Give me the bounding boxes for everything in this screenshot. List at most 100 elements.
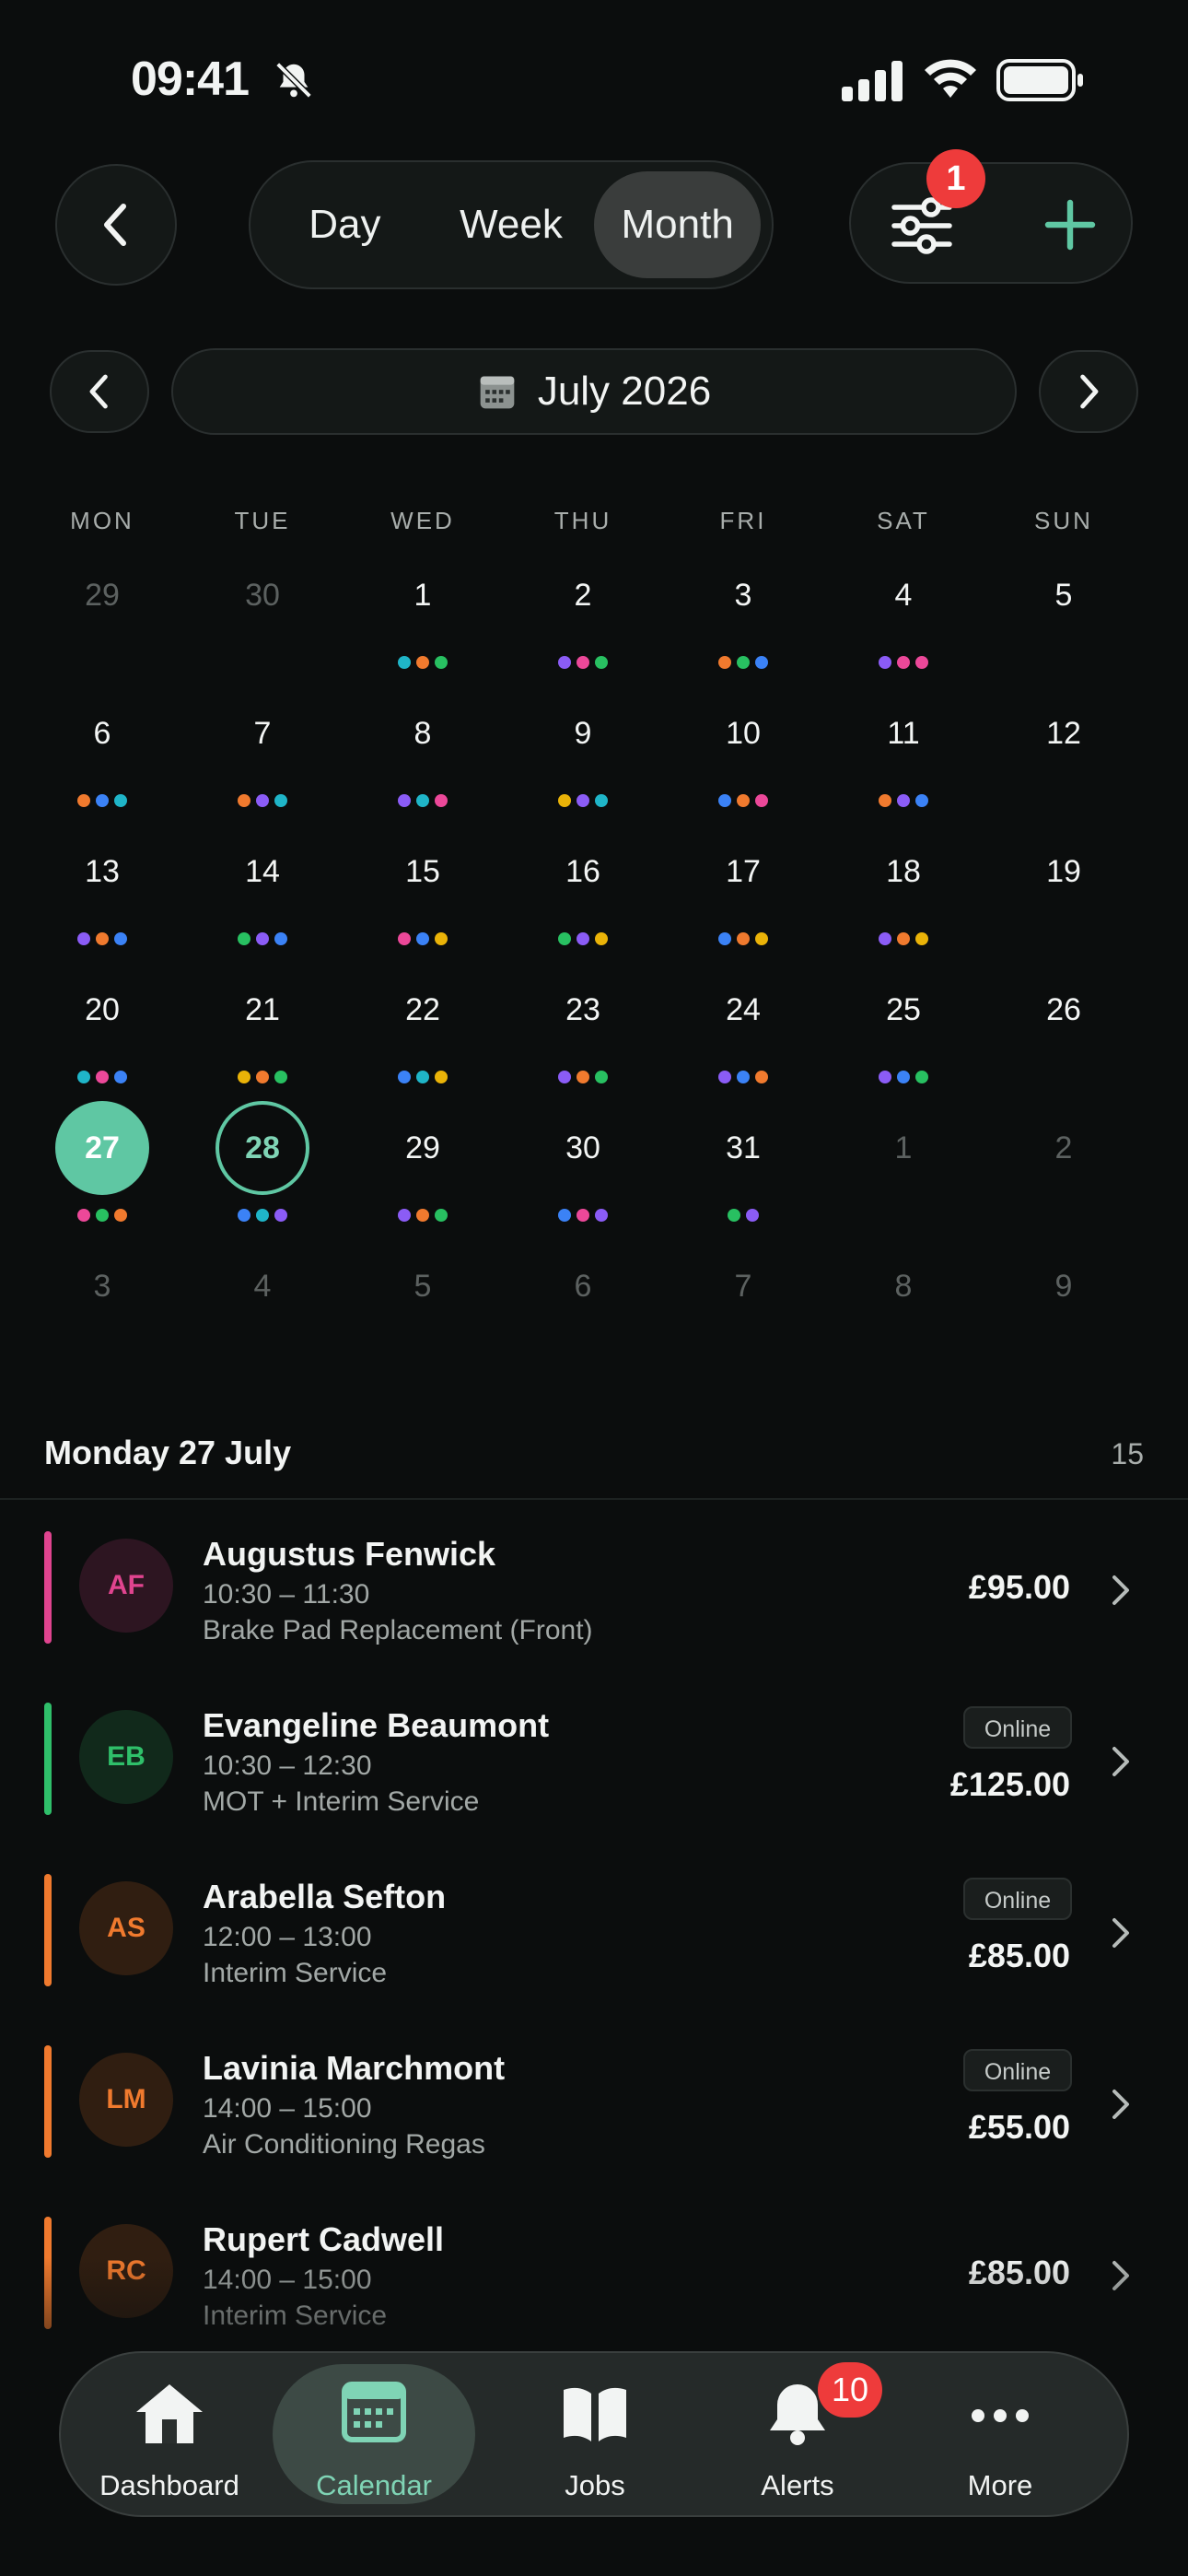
day-number: 28 [215,1101,309,1195]
calendar-day[interactable]: 30 [182,544,343,682]
calendar-day[interactable]: 4 [823,544,984,682]
calendar-day[interactable]: 13 [22,820,182,958]
calendar-day[interactable]: 8 [343,682,503,820]
calendar-day[interactable]: 24 [663,958,823,1096]
calendar-day[interactable]: 20 [22,958,182,1096]
calendar-day[interactable]: 31 [663,1096,823,1235]
event-dot [558,656,571,669]
day-number: 6 [574,1268,592,1304]
event-dots [663,1071,823,1083]
calendar-day[interactable]: 23 [503,958,663,1096]
calendar-day[interactable]: 5 [343,1235,503,1373]
chevron-right-icon [1112,1918,1129,1948]
event-dot [897,932,910,945]
calendar-day[interactable]: 18 [823,820,984,958]
calendar-day[interactable]: 14 [182,820,343,958]
segment-week[interactable]: Week [428,171,595,278]
day-number: 3 [93,1268,111,1304]
calendar-day[interactable]: 19 [984,820,1144,958]
event-dot [718,794,731,807]
weekday-label: SUN [1034,507,1093,534]
calendar-day[interactable]: 29 [343,1096,503,1235]
calendar-day[interactable]: 4 [182,1235,343,1373]
tab-calendar[interactable]: Calendar [273,2364,475,2504]
calendar-day[interactable]: 9 [503,682,663,820]
filter-count-badge: 1 [926,149,985,208]
appointment-row[interactable]: AS Arabella Sefton 12:00 – 13:00 Interim Se… [0,1846,1188,2018]
appointment-row[interactable]: EB Evangeline Beaumont 10:30 – 12:30 MOT + … [0,1675,1188,1846]
calendar-day[interactable]: 2 [503,544,663,682]
day-number: 25 [886,991,921,1027]
back-button[interactable] [55,164,177,286]
calendar-day[interactable]: 26 [984,958,1144,1096]
avatar: AS [79,1881,173,1975]
previous-month-button[interactable] [50,350,149,433]
event-dots [343,794,503,807]
calendar-day[interactable]: 3 [22,1235,182,1373]
event-dot [879,656,891,669]
calendar-day[interactable]: 25 [823,958,984,1096]
calendar-day[interactable]: 29 [22,544,182,682]
event-dot [595,1209,608,1222]
weekday-label: TUE [234,507,291,534]
event-dot [737,932,750,945]
calendar-day[interactable]: 12 [984,682,1144,820]
tab-dashboard[interactable]: Dashboard [68,2353,271,2515]
event-dot [416,656,429,669]
segment-month[interactable]: Month [594,171,762,278]
calendar-day[interactable]: 22 [343,958,503,1096]
event-dots [343,932,503,945]
event-dot [558,1071,571,1083]
calendar-day[interactable]: 6 [22,682,182,820]
day-number: 23 [565,991,600,1027]
calendar-day[interactable]: 8 [823,1235,984,1373]
event-dot [77,932,90,945]
event-dots [503,656,663,669]
calendar-day[interactable]: 30 [503,1096,663,1235]
next-month-button[interactable] [1039,350,1138,433]
appointment-count: 15 [1111,1437,1144,1470]
event-dots [343,1071,503,1083]
event-dot [274,1209,287,1222]
event-dots [663,656,823,669]
segment-day[interactable]: Day [262,171,428,278]
calendar-day[interactable]: 15 [343,820,503,958]
calendar-day[interactable]: 10 [663,682,823,820]
day-number: 3 [734,577,752,613]
calendar-day[interactable]: 6 [503,1235,663,1373]
appointment-row[interactable]: LM Lavinia Marchmont 14:00 – 15:00 Air Cond… [0,2018,1188,2189]
event-dot [595,932,608,945]
event-dot [114,932,127,945]
calendar-day[interactable]: 5 [984,544,1144,682]
appointment-row[interactable]: AF Augustus Fenwick 10:30 – 11:30 Brake Pad… [0,1504,1188,1675]
calendar-day-selected[interactable]: 28 [182,1096,343,1235]
calendar-day[interactable]: 1 [823,1096,984,1235]
event-dot [897,794,910,807]
chevron-right-icon [1112,1575,1129,1605]
calendar-day[interactable]: 17 [663,820,823,958]
day-number: 12 [1046,715,1081,751]
month-picker-button[interactable]: July 2026 [171,348,1017,435]
calendar-day[interactable]: 11 [823,682,984,820]
tab-label: Jobs [565,2469,625,2501]
event-dots [182,794,343,807]
calendar-day[interactable]: 2 [984,1096,1144,1235]
calendar-day-today[interactable]: 27 [22,1096,182,1235]
calendar-day[interactable]: 16 [503,820,663,958]
calendar-day[interactable]: 7 [663,1235,823,1373]
event-dot [755,794,768,807]
day-number: 26 [1046,991,1081,1027]
tab-jobs[interactable]: Jobs [494,2353,696,2515]
calendar-day[interactable]: 9 [984,1235,1144,1373]
calendar-day[interactable]: 1 [343,544,503,682]
add-plus-icon[interactable] [1041,195,1100,254]
event-dot [274,1071,287,1083]
weekday-label: THU [553,507,612,534]
calendar-week-row: 27 28 29 30 31 1 2 [22,1096,1144,1235]
calendar-day[interactable]: 3 [663,544,823,682]
tab-more[interactable]: More [899,2353,1101,2515]
calendar-day[interactable]: 21 [182,958,343,1096]
event-dot [96,932,109,945]
price: £55.00 [968,2108,1070,2146]
calendar-day[interactable]: 7 [182,682,343,820]
